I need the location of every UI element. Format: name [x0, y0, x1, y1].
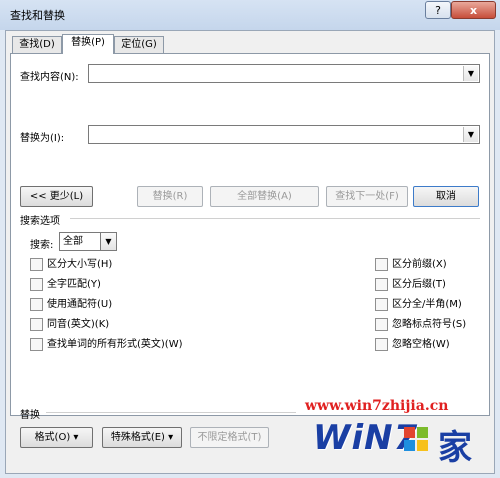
- checkbox-label: 同音(英文)(K): [47, 319, 110, 330]
- replace-label: 替换为(I):: [20, 133, 65, 144]
- windows-flag-icon: [404, 427, 428, 451]
- search-direction-value: 全部: [63, 236, 83, 247]
- window-title: 查找和替换: [10, 9, 65, 22]
- find-label: 查找内容(N):: [20, 72, 79, 83]
- tab-replace[interactable]: 替换(P): [62, 34, 114, 54]
- checkbox-label: 查找单词的所有形式(英文)(W): [47, 339, 183, 350]
- checkbox-whole-word[interactable]: 全字匹配(Y): [30, 278, 101, 292]
- checkbox-match-prefix[interactable]: 区分前缀(X): [375, 258, 447, 272]
- checkbox-box[interactable]: [30, 338, 43, 351]
- help-button[interactable]: ?: [425, 1, 451, 19]
- chevron-down-icon: ▼: [100, 233, 116, 250]
- checkbox-label: 区分大小写(H): [47, 259, 113, 270]
- checkbox-wildcards[interactable]: 使用通配符(U): [30, 298, 112, 312]
- checkbox-label: 忽略标点符号(S): [392, 319, 467, 330]
- tab-find[interactable]: 查找(D): [12, 36, 62, 53]
- close-button[interactable]: x: [451, 1, 496, 19]
- checkbox-box[interactable]: [30, 298, 43, 311]
- search-options-divider: [70, 218, 480, 219]
- tab-goto[interactable]: 定位(G): [114, 36, 164, 53]
- checkbox-label: 区分全/半角(M): [392, 299, 462, 310]
- checkbox-label: 区分后缀(T): [392, 279, 446, 290]
- search-direction-label: 搜索:: [30, 240, 54, 251]
- replace-section-heading: 替换: [20, 410, 40, 421]
- checkbox-box[interactable]: [30, 278, 43, 291]
- special-format-button[interactable]: 特殊格式(E) ▾: [102, 427, 182, 448]
- checkbox-box[interactable]: [30, 258, 43, 271]
- checkbox-sounds-like[interactable]: 同音(英文)(K): [30, 318, 109, 332]
- checkbox-match-case[interactable]: 区分大小写(H): [30, 258, 112, 272]
- cancel-button[interactable]: 取消: [413, 186, 479, 207]
- checkbox-label: 区分前缀(X): [392, 259, 447, 270]
- checkbox-box[interactable]: [375, 338, 388, 351]
- title-bar: 查找和替换 ? x: [0, 0, 500, 30]
- checkbox-box[interactable]: [375, 258, 388, 271]
- search-direction-select[interactable]: 全部 ▼: [59, 232, 117, 251]
- checkbox-box[interactable]: [375, 278, 388, 291]
- replace-section-divider: [46, 412, 296, 413]
- checkbox-box[interactable]: [375, 318, 388, 331]
- checkbox-match-suffix[interactable]: 区分后缀(T): [375, 278, 446, 292]
- checkbox-full-half-width[interactable]: 区分全/半角(M): [375, 298, 462, 312]
- replace-button[interactable]: 替换(R): [137, 186, 203, 207]
- find-input[interactable]: ▼: [88, 64, 480, 83]
- less-button[interactable]: << 更少(L): [20, 186, 93, 207]
- find-dropdown-icon[interactable]: ▼: [463, 66, 478, 81]
- checkbox-word-forms[interactable]: 查找单词的所有形式(英文)(W): [30, 338, 183, 352]
- checkbox-ignore-punctuation[interactable]: 忽略标点符号(S): [375, 318, 466, 332]
- checkbox-label: 使用通配符(U): [47, 299, 113, 310]
- checkbox-box[interactable]: [375, 298, 388, 311]
- no-formatting-button[interactable]: 不限定格式(T): [190, 427, 269, 448]
- find-next-button[interactable]: 查找下一处(F): [326, 186, 408, 207]
- watermark-url: www.win7zhijia.cn: [305, 398, 449, 414]
- search-options-heading: 搜索选项: [20, 216, 60, 227]
- format-button[interactable]: 格式(O) ▾: [20, 427, 93, 448]
- replace-dropdown-icon[interactable]: ▼: [463, 127, 478, 142]
- watermark-logo: WiN7 家: [303, 416, 497, 472]
- checkbox-ignore-space[interactable]: 忽略空格(W): [375, 338, 450, 352]
- replace-input[interactable]: ▼: [88, 125, 480, 144]
- checkbox-box[interactable]: [30, 318, 43, 331]
- replace-all-button[interactable]: 全部替换(A): [210, 186, 319, 207]
- checkbox-label: 全字匹配(Y): [47, 279, 101, 290]
- checkbox-label: 忽略空格(W): [392, 339, 450, 350]
- logo-chinese: 家: [438, 428, 472, 468]
